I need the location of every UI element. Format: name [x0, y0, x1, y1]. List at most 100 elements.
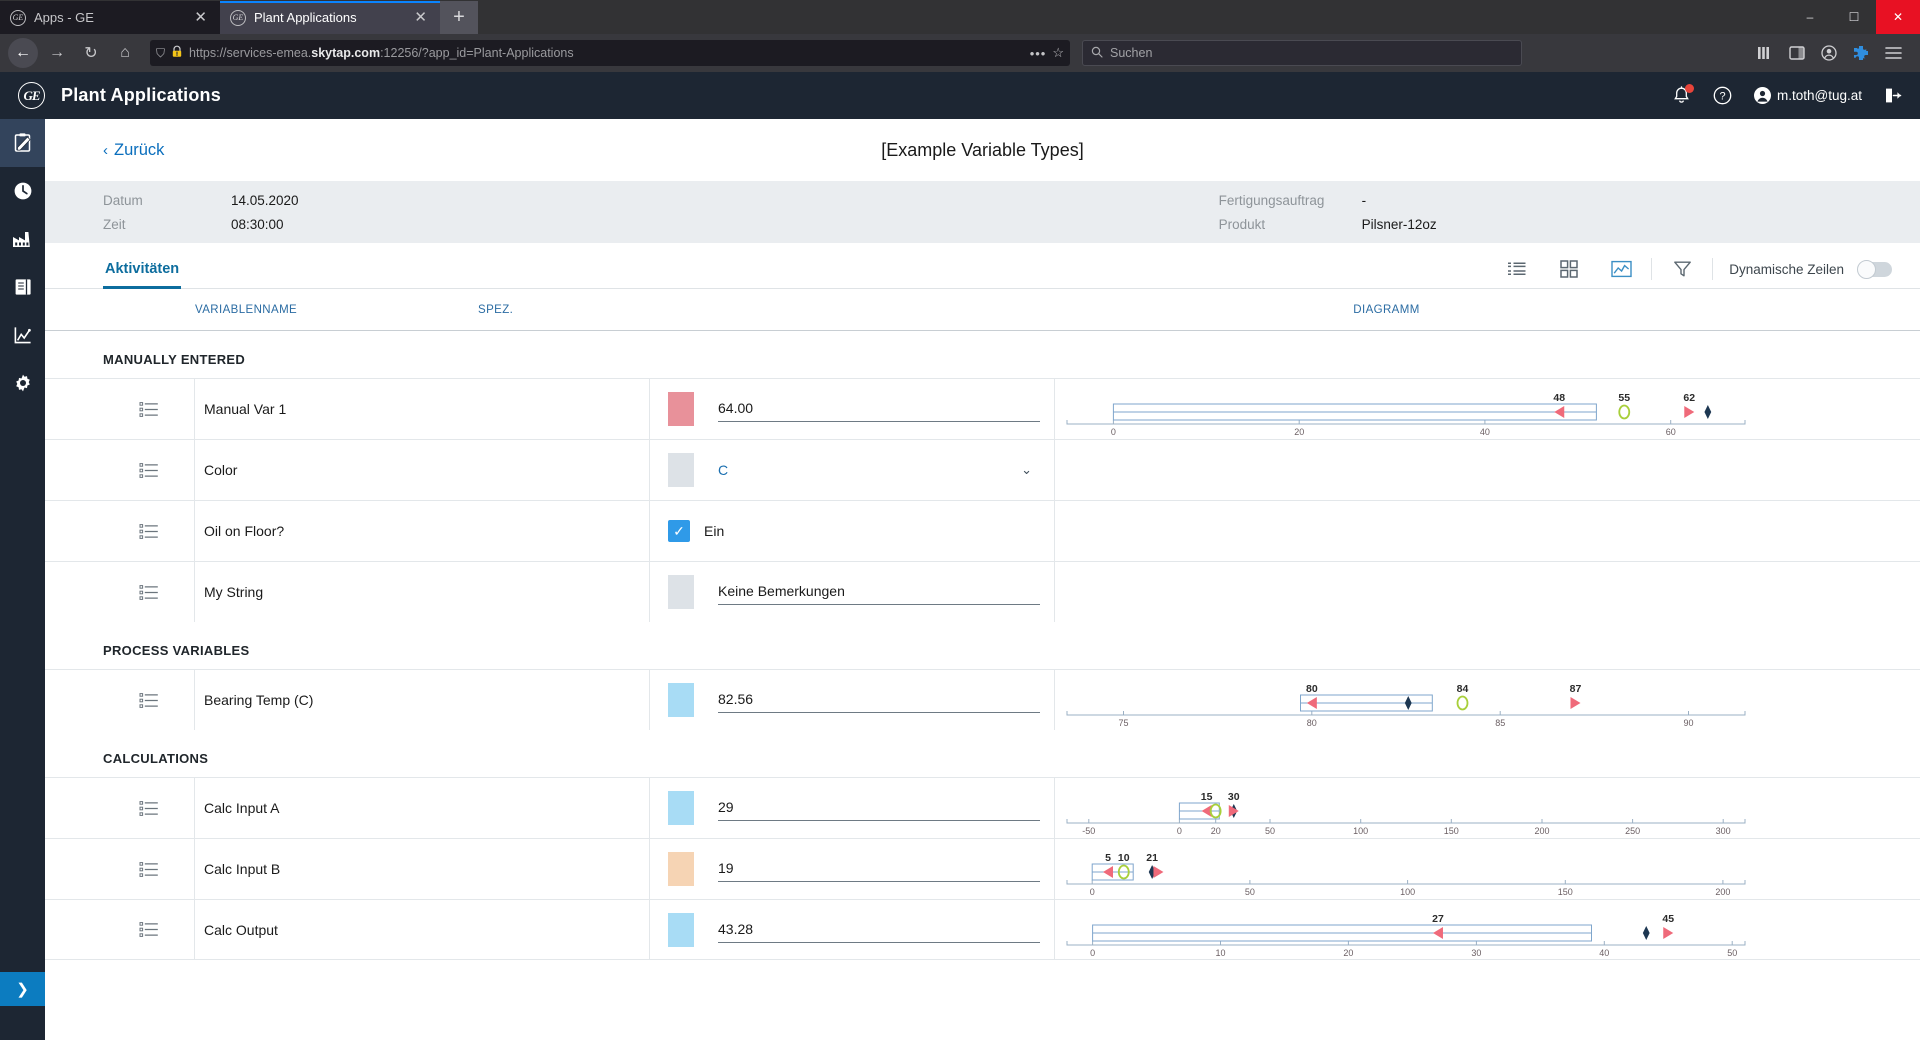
- tab-close-icon[interactable]: ✕: [191, 10, 210, 25]
- svg-text:87: 87: [1570, 683, 1582, 695]
- drag-handle-icon: [139, 523, 158, 539]
- factory-icon: [13, 232, 30, 247]
- row-checkbox[interactable]: ✓: [668, 520, 690, 542]
- window-close-button[interactable]: ✕: [1876, 0, 1920, 34]
- svg-text:45: 45: [1662, 913, 1674, 925]
- app-sidebar: ❯: [0, 119, 45, 1040]
- row-select-value[interactable]: C: [718, 462, 728, 478]
- row-value-input[interactable]: 64.00: [718, 396, 1040, 422]
- svg-text:5: 5: [1105, 852, 1111, 864]
- drag-handle-icon: [139, 861, 158, 877]
- app-body: ❯ ‹ Zurück [Example Variable Types] Datu…: [0, 119, 1920, 1040]
- back-icon[interactable]: ←: [8, 38, 38, 68]
- lock-warning-icon: [171, 45, 183, 61]
- row-drag-handle[interactable]: [103, 440, 195, 500]
- svg-text:0: 0: [1111, 427, 1116, 437]
- row-value-input[interactable]: 19: [718, 856, 1040, 882]
- table-row[interactable]: Color C ⌄: [45, 439, 1920, 500]
- svg-text:50: 50: [1245, 887, 1255, 897]
- svg-text:84: 84: [1457, 683, 1469, 695]
- chart-view-icon[interactable]: [1595, 260, 1647, 278]
- home-icon[interactable]: ⌂: [110, 38, 140, 68]
- row-drag-handle[interactable]: [103, 501, 195, 561]
- sidebar-item-analytics[interactable]: [0, 311, 45, 359]
- row-value-input[interactable]: Keine Bemerkungen: [718, 579, 1040, 605]
- svg-text:150: 150: [1444, 826, 1459, 836]
- table-row[interactable]: Calc Input A 29 -50 0 20 50 100 150 200 250 300 15 3…: [45, 777, 1920, 838]
- browser-tab-0[interactable]: GE Apps - GE ✕: [0, 1, 220, 34]
- url-text: https://services-emea.skytap.com:12256/?…: [189, 46, 574, 60]
- row-value-input[interactable]: 43.28: [718, 917, 1040, 943]
- meta-row-produkt: Produkt Pilsner-12oz: [1219, 217, 1437, 232]
- window-minimize-button[interactable]: –: [1788, 0, 1832, 34]
- table-row[interactable]: Manual Var 1 64.00 0 20 40 60 48 55 62: [45, 378, 1920, 439]
- library-icon[interactable]: [1750, 38, 1780, 68]
- row-drag-handle[interactable]: [103, 778, 195, 838]
- extension-icon[interactable]: [1846, 38, 1876, 68]
- sidebar-item-book[interactable]: [0, 263, 45, 311]
- back-link[interactable]: ‹ Zurück: [103, 141, 164, 160]
- svg-text:40: 40: [1599, 948, 1609, 958]
- row-color-swatch: [668, 392, 694, 426]
- reload-icon[interactable]: ↻: [76, 38, 106, 68]
- new-tab-button[interactable]: +: [440, 1, 478, 34]
- browser-window: GE Apps - GE ✕ GE Plant Applications ✕ +…: [0, 0, 1920, 1040]
- row-drag-handle[interactable]: [103, 839, 195, 899]
- meta-row-datum: Datum 14.05.2020: [103, 193, 299, 208]
- svg-text:20: 20: [1294, 427, 1304, 437]
- dynamic-rows-toggle[interactable]: [1857, 259, 1892, 279]
- clipboard-pencil-icon: [14, 133, 31, 152]
- row-variable-name: Calc Input A: [195, 778, 650, 838]
- sidebar-expand-button[interactable]: ❯: [0, 972, 45, 1006]
- drag-handle-icon: [139, 584, 158, 600]
- address-bar[interactable]: ⛉ https://services-emea.skytap.com:12256…: [150, 40, 1070, 66]
- table-row[interactable]: Calc Input B 19 0 50 100 150 200 5 10 21: [45, 838, 1920, 899]
- row-value-input[interactable]: 82.56: [718, 687, 1040, 713]
- row-diagram-cell: [1055, 501, 1920, 561]
- table-row[interactable]: My String Keine Bemerkungen: [45, 561, 1920, 622]
- row-drag-handle[interactable]: [103, 670, 195, 730]
- section-title: PROCESS VARIABLES: [103, 643, 250, 658]
- sidebar-item-clock[interactable]: [0, 167, 45, 215]
- sidebar-toggle-icon[interactable]: [1782, 38, 1812, 68]
- svg-text:0: 0: [1090, 948, 1095, 958]
- search-input[interactable]: Suchen: [1082, 40, 1522, 66]
- tab-aktivitaeten[interactable]: Aktivitäten: [103, 261, 182, 289]
- bookmark-star-icon[interactable]: ☆: [1052, 45, 1064, 61]
- page-actions-icon[interactable]: •••: [1030, 46, 1047, 61]
- account-icon[interactable]: [1814, 38, 1844, 68]
- svg-text:30: 30: [1471, 948, 1481, 958]
- sidebar-item-clipboard[interactable]: [0, 119, 45, 167]
- toggle-knob: [1857, 259, 1876, 279]
- app-menu-icon[interactable]: [1878, 38, 1908, 68]
- sidebar-item-settings[interactable]: [0, 359, 45, 407]
- row-value-input[interactable]: 29: [718, 795, 1040, 821]
- table-row[interactable]: Bearing Temp (C) 82.56 75 80 85 90 80 84 87: [45, 669, 1920, 730]
- table-row[interactable]: Oil on Floor? ✓ Ein: [45, 500, 1920, 561]
- grid-view-icon[interactable]: [1543, 260, 1595, 278]
- filter-icon[interactable]: [1656, 260, 1708, 279]
- user-account[interactable]: m.toth@tug.at: [1754, 87, 1862, 104]
- chevron-down-icon[interactable]: ⌄: [1021, 462, 1032, 478]
- user-email: m.toth@tug.at: [1777, 88, 1862, 103]
- browser-tab-1[interactable]: GE Plant Applications ✕: [220, 1, 440, 34]
- row-drag-handle[interactable]: [103, 379, 195, 439]
- forward-icon[interactable]: →: [42, 38, 72, 68]
- page-top-bar: ‹ Zurück [Example Variable Types]: [45, 119, 1920, 181]
- gear-icon: [15, 374, 30, 392]
- svg-text:200: 200: [1715, 887, 1730, 897]
- row-drag-handle[interactable]: [103, 562, 195, 622]
- spec-range-chart: 0 20 40 60 48 55 62: [1055, 379, 1920, 439]
- tab-close-icon[interactable]: ✕: [411, 10, 430, 25]
- row-drag-handle[interactable]: [103, 900, 195, 959]
- table-row[interactable]: Calc Output 43.28 0 10 20 30 40 50 27 45: [45, 899, 1920, 960]
- list-view-icon[interactable]: [1491, 261, 1543, 277]
- notifications-bell-icon[interactable]: [1672, 83, 1694, 106]
- sidebar-item-factory[interactable]: [0, 215, 45, 263]
- help-icon[interactable]: ?: [1713, 86, 1732, 105]
- row-diagram-cell: 0 50 100 150 200 5 10 21: [1055, 839, 1920, 899]
- window-maximize-button[interactable]: ☐: [1832, 0, 1876, 34]
- row-spec-cell: ✓ Ein: [650, 501, 1055, 561]
- svg-text:10: 10: [1118, 852, 1130, 864]
- logout-icon[interactable]: [1884, 87, 1902, 104]
